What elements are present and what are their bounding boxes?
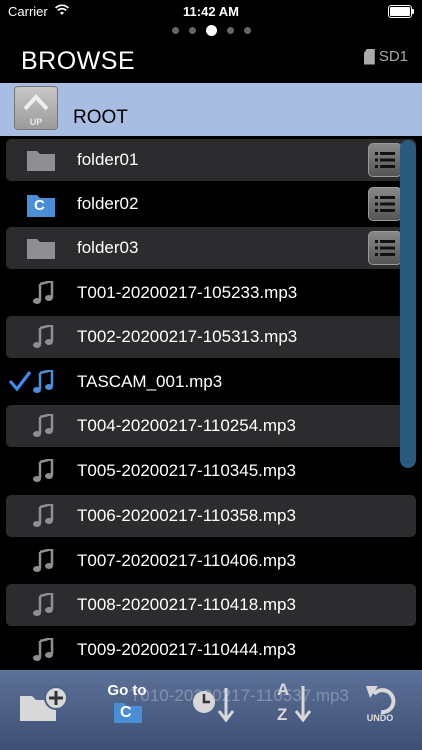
status-bar: Carrier 11:42 AM [0, 0, 422, 24]
item-name: TASCAM_001.mp3 [77, 372, 223, 391]
list-menu-icon [375, 196, 395, 212]
music-note-icon [33, 593, 54, 616]
music-note-icon [33, 638, 54, 661]
item-name: folder02 [77, 194, 139, 213]
current-folder-bar: UP ROOT [0, 83, 422, 136]
up-button[interactable]: UP [14, 86, 58, 130]
new-folder-icon [20, 686, 68, 721]
sort-z-label: Z [277, 705, 288, 724]
new-folder-button[interactable] [14, 670, 70, 750]
go-to-current-folder-button[interactable]: Go to C [98, 670, 156, 750]
up-arrow-icon [23, 94, 49, 111]
music-note-icon [33, 504, 54, 527]
item-name: T007-20200217-110406.mp3 [77, 551, 296, 570]
current-folder-name: ROOT [73, 107, 128, 128]
go-to-label: Go to [107, 682, 147, 699]
sort-down-arrow-icon [294, 686, 312, 723]
checkmark-icon [8, 371, 32, 392]
undo-button[interactable]: UNDO [352, 670, 408, 750]
item-name: T009-20200217-110444.mp3 [77, 640, 296, 659]
page-dot[interactable] [226, 27, 234, 34]
list-item-folder[interactable]: folder01 [6, 139, 416, 181]
up-button-label: UP [29, 117, 43, 127]
folder-icon [27, 239, 55, 259]
list-item-folder[interactable]: folder03 [6, 227, 416, 269]
battery-icon [388, 5, 414, 18]
list-item-file[interactable]: T004-20200217-110254.mp3 [6, 405, 416, 447]
folder-menu-button[interactable] [368, 143, 402, 177]
list-item-folder-current[interactable]: C folder02 [6, 183, 416, 225]
page-dot[interactable] [171, 27, 179, 34]
current-folder-badge: C [34, 197, 45, 214]
sd-card-icon [363, 48, 375, 65]
go-to-badge: C [120, 704, 132, 721]
music-note-icon [33, 549, 54, 572]
storage-indicator: SD1 [363, 48, 408, 65]
bottom-toolbar: T010-20200217-110537.mp3 Go to C A Z UND… [0, 670, 422, 750]
page-title: BROWSE [21, 47, 136, 75]
undo-icon [366, 686, 396, 714]
page-dot[interactable] [188, 27, 196, 34]
item-name: folder01 [77, 150, 139, 169]
music-note-icon [33, 325, 54, 348]
folder-menu-button[interactable] [368, 231, 402, 265]
page-dot-active[interactable] [205, 25, 217, 36]
scrollbar[interactable] [400, 140, 416, 468]
item-name: folder03 [77, 238, 139, 257]
item-name: T002-20200217-105313.mp3 [77, 327, 298, 346]
page-dot[interactable] [243, 27, 251, 34]
music-note-icon [33, 370, 54, 393]
list-item-file[interactable]: T007-20200217-110406.mp3 [6, 540, 416, 582]
item-name: T008-20200217-110418.mp3 [77, 595, 296, 614]
sort-a-label: A [277, 680, 290, 699]
item-name: T001-20200217-105233.mp3 [77, 283, 298, 302]
clock: 11:42 AM [183, 4, 239, 19]
folder-icon [27, 151, 55, 171]
storage-label: SD1 [378, 48, 408, 65]
list-item-file[interactable]: T009-20200217-110444.mp3 [6, 629, 416, 670]
item-name: T004-20200217-110254.mp3 [77, 416, 296, 435]
sort-by-name-button[interactable]: A Z [268, 670, 324, 750]
clock-sort-icon [193, 688, 235, 723]
music-note-icon [33, 281, 54, 304]
file-list[interactable]: folder01 C folder02 folder03 T001-202002… [0, 137, 422, 670]
list-item-file[interactable]: T005-20200217-110345.mp3 [6, 450, 416, 492]
list-menu-icon [375, 152, 395, 168]
music-note-icon [33, 414, 54, 437]
list-item-file[interactable]: T006-20200217-110358.mp3 [6, 495, 416, 537]
item-name: T006-20200217-110358.mp3 [77, 506, 296, 525]
folder-menu-button[interactable] [368, 187, 402, 221]
sort-by-date-button[interactable] [186, 670, 242, 750]
list-menu-icon [375, 240, 395, 256]
list-item-file-selected[interactable]: TASCAM_001.mp3 [6, 361, 416, 403]
undo-label: UNDO [366, 713, 394, 723]
list-item-file[interactable]: T001-20200217-105233.mp3 [6, 272, 416, 314]
item-name: T005-20200217-110345.mp3 [77, 461, 296, 480]
list-item-file[interactable]: T002-20200217-105313.mp3 [6, 316, 416, 358]
page-indicator[interactable] [0, 25, 422, 36]
list-item-file[interactable]: T008-20200217-110418.mp3 [6, 584, 416, 626]
music-note-icon [33, 459, 54, 482]
